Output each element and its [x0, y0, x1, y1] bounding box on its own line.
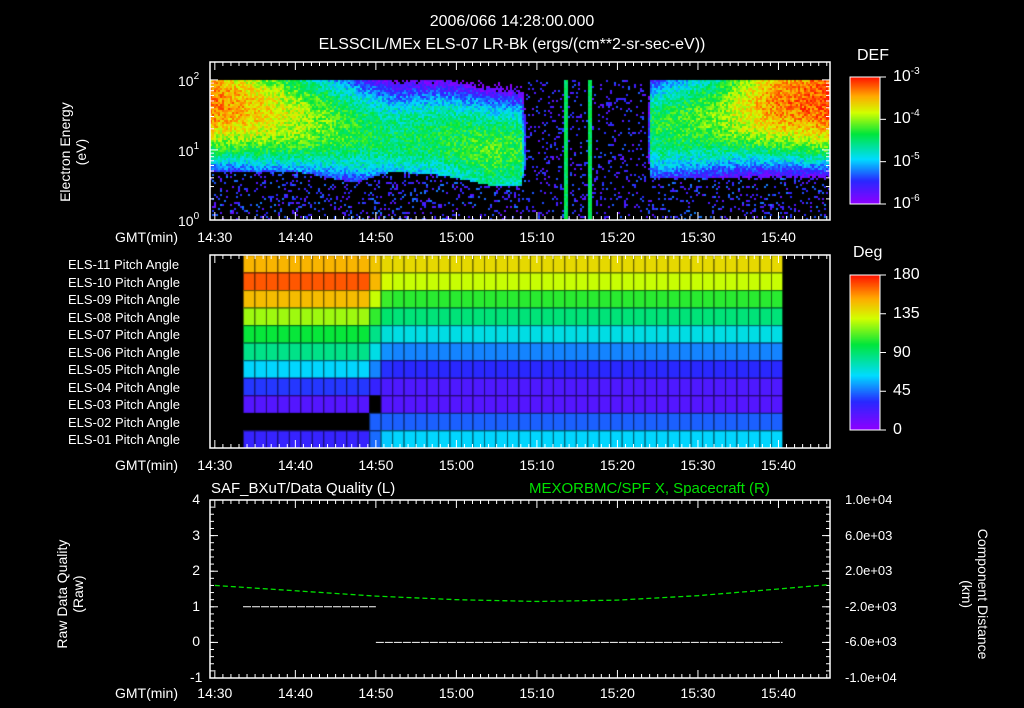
left-y-tick-label: 2 [192, 562, 200, 579]
left-y-tick-label: 3 [192, 526, 200, 543]
panel2-xlabel: GMT(min) [115, 457, 178, 473]
panel2-x-tick-label: 15:30 [680, 457, 716, 473]
row-label-els-07: ELS-07 Pitch Angle [68, 327, 181, 343]
left-y-tick-label: 4 [192, 491, 200, 507]
panel3-x-tick-label: 15:40 [760, 685, 796, 701]
right-y-tick-label: -2.0e+03 [845, 598, 897, 614]
panel1-frame [209, 61, 831, 221]
spacecraft-x-line [214, 583, 831, 603]
right-y-tick-label: 1.0e+04 [845, 492, 893, 507]
right-y-tick-label: -1.0e+04 [845, 670, 897, 685]
colorbar1-border [849, 76, 881, 205]
panel3-x-tick-label: 15:20 [599, 685, 635, 701]
panel2-x-tick-label: 15:10 [519, 457, 555, 473]
right-y-tick-label: 2.0e+03 [845, 563, 893, 579]
right-y-tick-label: -6.0e+03 [845, 634, 897, 650]
colorbar2-tick-label: 135 [893, 304, 920, 322]
colorbar1-tick-label: 10-4 [893, 108, 920, 128]
panel3-x-tick-label: 14:50 [358, 685, 394, 701]
panel1-x-tick-label: 15:40 [760, 229, 796, 245]
panel2-x-tick-label: 14:50 [358, 457, 394, 473]
row-label-els-11: ELS-11 Pitch Angle [68, 257, 180, 272]
panel3-x-tick-label: 15:00 [438, 685, 474, 701]
panel1-x-tick-label: 14:40 [277, 229, 313, 245]
panel2-x-tick-label: 14:30 [197, 457, 233, 473]
panel2-x-tick-label: 15:40 [760, 457, 796, 473]
panel1-x-tick-label: 14:50 [358, 229, 394, 245]
panel3-xlabel: GMT(min) [115, 685, 178, 701]
panel1-x-tick-label: 15:10 [519, 229, 555, 245]
colorbar1-tick-label: 10-6 [893, 193, 920, 212]
colorbar1-tick-label: 10-5 [893, 150, 920, 170]
colorbar2-tick-label: 180 [893, 266, 920, 283]
right-y-tick-label: 6.0e+03 [845, 527, 893, 543]
colorbar1-tick-label: 10-3 [893, 66, 920, 85]
colorbar2-tick-label: 0 [893, 421, 902, 438]
panel1-x-tick-label: 14:30 [197, 229, 233, 245]
row-label-els-08: ELS-08 Pitch Angle [68, 309, 181, 325]
panel3-x-tick-label: 14:40 [277, 685, 313, 701]
panel3-x-tick-label: 14:30 [197, 685, 233, 701]
colorbar2-tick-label: 90 [893, 343, 911, 361]
panel3-x-tick-label: 15:10 [519, 685, 555, 701]
left-y-tick-label: 1 [192, 597, 200, 614]
panel1-x-tick-label: 15:30 [680, 229, 716, 245]
left-y-tick-label: -1 [190, 669, 203, 685]
panel2-frame [209, 254, 831, 449]
panel2-x-tick-label: 15:20 [599, 457, 635, 473]
panel1-xlabel: GMT(min) [115, 229, 178, 245]
row-label-els-06: ELS-06 Pitch Angle [68, 344, 181, 360]
row-label-els-02: ELS-02 Pitch Angle [68, 414, 181, 430]
panel2-x-tick-label: 14:40 [277, 457, 313, 473]
panel3-x-tick-label: 15:30 [680, 685, 716, 701]
panel1-x-tick-label: 15:00 [438, 229, 474, 245]
row-label-els-01: ELS-01 Pitch Angle [68, 432, 181, 448]
left-y-tick-label: 0 [192, 633, 200, 650]
panel1-y-tick-label: 102 [178, 70, 200, 89]
colorbar2-border [849, 274, 881, 431]
row-label-els-05: ELS-05 Pitch Angle [68, 362, 181, 378]
panel2-x-tick-label: 15:00 [438, 457, 474, 473]
panel3-frame [209, 499, 831, 679]
row-label-els-03: ELS-03 Pitch Angle [68, 397, 181, 413]
panel1-y-tick-label: 100 [178, 211, 200, 229]
row-label-els-04: ELS-04 Pitch Angle [68, 379, 181, 395]
panel1-x-tick-label: 15:20 [599, 229, 635, 245]
row-label-els-09: ELS-09 Pitch Angle [68, 292, 181, 308]
colorbar2-tick-label: 45 [893, 382, 911, 400]
row-label-els-10: ELS-10 Pitch Angle [68, 274, 181, 290]
panel1-y-tick-label: 101 [178, 140, 200, 159]
